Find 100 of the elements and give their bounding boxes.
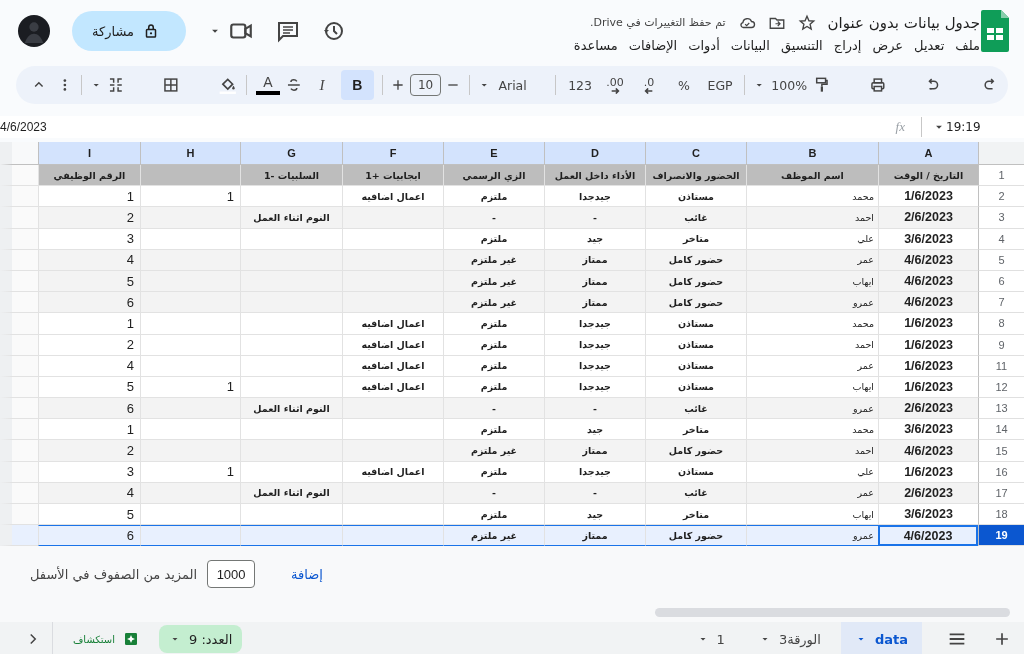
- italic-button[interactable]: I: [306, 71, 337, 99]
- table-cell: جيد: [544, 228, 645, 250]
- scrollbar[interactable]: [655, 607, 1010, 617]
- row-header[interactable]: 12: [978, 376, 1024, 399]
- column-header[interactable]: E: [443, 142, 544, 165]
- table-cell: [0, 504, 38, 526]
- menu-item[interactable]: مساعدة: [573, 37, 618, 53]
- table-cell: [0, 334, 38, 356]
- row-header[interactable]: 6: [978, 270, 1024, 293]
- menu-item[interactable]: إدراج: [833, 37, 862, 53]
- menu-item[interactable]: تعديل: [914, 37, 945, 53]
- document-title[interactable]: جدول بيانات بدون عنوان: [827, 13, 980, 32]
- table-cell: 1/6/2023: [878, 334, 978, 356]
- paint-format-icon[interactable]: [813, 75, 831, 95]
- column-header[interactable]: A: [878, 142, 978, 165]
- menu-item[interactable]: أدوات: [688, 37, 720, 53]
- table-cell: 4/6/2023: [878, 249, 978, 271]
- table-cell: غير ملتزم: [443, 440, 544, 462]
- font-select[interactable]: Arial: [494, 71, 548, 99]
- row-header[interactable]: 3: [978, 207, 1024, 229]
- sheet-tab[interactable]: data: [840, 622, 922, 654]
- table-cell: [0, 186, 38, 208]
- table-cell: [0, 376, 38, 399]
- row-header[interactable]: 1: [978, 165, 1024, 187]
- table-cell: مستاذن: [645, 355, 746, 377]
- table-cell: 3: [38, 461, 140, 483]
- table-cell: ملتزم: [443, 334, 544, 356]
- rows-count-field[interactable]: 1000: [207, 560, 256, 589]
- percent-button[interactable]: %: [668, 71, 701, 99]
- column-header[interactable]: C: [645, 142, 746, 165]
- row-header[interactable]: 9: [978, 334, 1024, 356]
- row-header[interactable]: 16: [978, 461, 1024, 483]
- row-header[interactable]: 15: [978, 440, 1024, 462]
- row-header[interactable]: 7: [978, 292, 1024, 314]
- bold-button[interactable]: B: [340, 70, 374, 100]
- row-header[interactable]: 11: [978, 355, 1024, 377]
- column-header[interactable]: G: [240, 142, 342, 165]
- row-header[interactable]: 13: [978, 398, 1024, 420]
- table-cell: اسم الموظف: [746, 165, 878, 187]
- decrease-decimal-button[interactable]: .0: [634, 71, 665, 99]
- column-header[interactable]: F: [342, 142, 443, 165]
- column-header[interactable]: I: [38, 142, 140, 165]
- table-cell: [0, 249, 38, 271]
- table-cell: غائب: [645, 482, 746, 504]
- row-header[interactable]: 18: [978, 504, 1024, 526]
- table-cell: 3/6/2023: [878, 228, 978, 250]
- menu-item[interactable]: التنسيق: [780, 37, 823, 53]
- font-size-field[interactable]: 10: [410, 74, 441, 96]
- column-header[interactable]: H: [140, 142, 240, 165]
- table-cell: الرقم الوظيفي: [38, 165, 140, 187]
- borders-icon[interactable]: [162, 75, 181, 95]
- name-box[interactable]: 19:19: [946, 120, 1024, 134]
- table-cell: علي: [746, 461, 878, 483]
- sheets-logo-icon[interactable]: [980, 10, 1010, 52]
- table-cell: ملتزم: [443, 313, 544, 335]
- avatar-icon[interactable]: [18, 15, 50, 47]
- explore-button[interactable]: استكشاف: [59, 631, 154, 648]
- currency-button[interactable]: EGP: [704, 71, 737, 99]
- row-header[interactable]: 4: [978, 228, 1024, 250]
- share-button[interactable]: مشاركة: [72, 11, 186, 51]
- menu-item[interactable]: البيانات: [730, 37, 770, 53]
- table-cell: النوم اثناء العمل: [240, 207, 342, 229]
- menu-item[interactable]: عرض: [872, 37, 904, 53]
- sheet-tab[interactable]: 1: [682, 622, 739, 654]
- star-icon[interactable]: [797, 13, 816, 32]
- row-header[interactable]: 2: [978, 186, 1024, 208]
- table-cell: [0, 270, 38, 293]
- table-cell: 4/6/2023: [878, 292, 978, 314]
- history-icon[interactable]: [321, 19, 346, 43]
- table-cell: 1: [38, 313, 140, 335]
- text-color-button[interactable]: A: [254, 71, 282, 99]
- comment-icon[interactable]: [275, 19, 300, 43]
- sheet-tab[interactable]: الورقة3: [744, 622, 835, 654]
- table-cell: [0, 525, 38, 547]
- table-cell: عمر: [746, 355, 878, 377]
- row-header[interactable]: 5: [978, 249, 1024, 271]
- table-cell: ملتزم: [443, 504, 544, 526]
- formula-value[interactable]: 4/6/2023: [0, 120, 890, 134]
- print-icon[interactable]: [868, 75, 887, 95]
- menu-item[interactable]: ملف: [955, 37, 980, 53]
- number-format-button[interactable]: 123: [564, 71, 597, 99]
- row-header[interactable]: 17: [978, 482, 1024, 504]
- column-header[interactable]: B: [746, 142, 878, 165]
- row-header[interactable]: 19: [978, 525, 1024, 547]
- row-header[interactable]: 14: [978, 419, 1024, 441]
- table-cell: مستاذن: [645, 461, 746, 483]
- row-header[interactable]: 8: [978, 313, 1024, 335]
- table-cell: جيدجدا: [544, 186, 645, 208]
- fx-label: fx: [894, 119, 906, 135]
- count-summary[interactable]: العدد: 9: [159, 625, 243, 654]
- table-cell: [0, 165, 38, 187]
- increase-decimal-button[interactable]: .00: [600, 71, 631, 99]
- zoom-select[interactable]: 100%: [769, 71, 810, 99]
- add-rows-link[interactable]: إضافة: [291, 566, 323, 582]
- table-cell: جيدجدا: [544, 355, 645, 377]
- table-cell: الأداء داخل العمل: [544, 165, 645, 187]
- table-cell: 5: [38, 270, 140, 293]
- menu-item[interactable]: الإضافات: [628, 37, 678, 53]
- column-header[interactable]: D: [544, 142, 645, 165]
- table-cell: -: [544, 398, 645, 420]
